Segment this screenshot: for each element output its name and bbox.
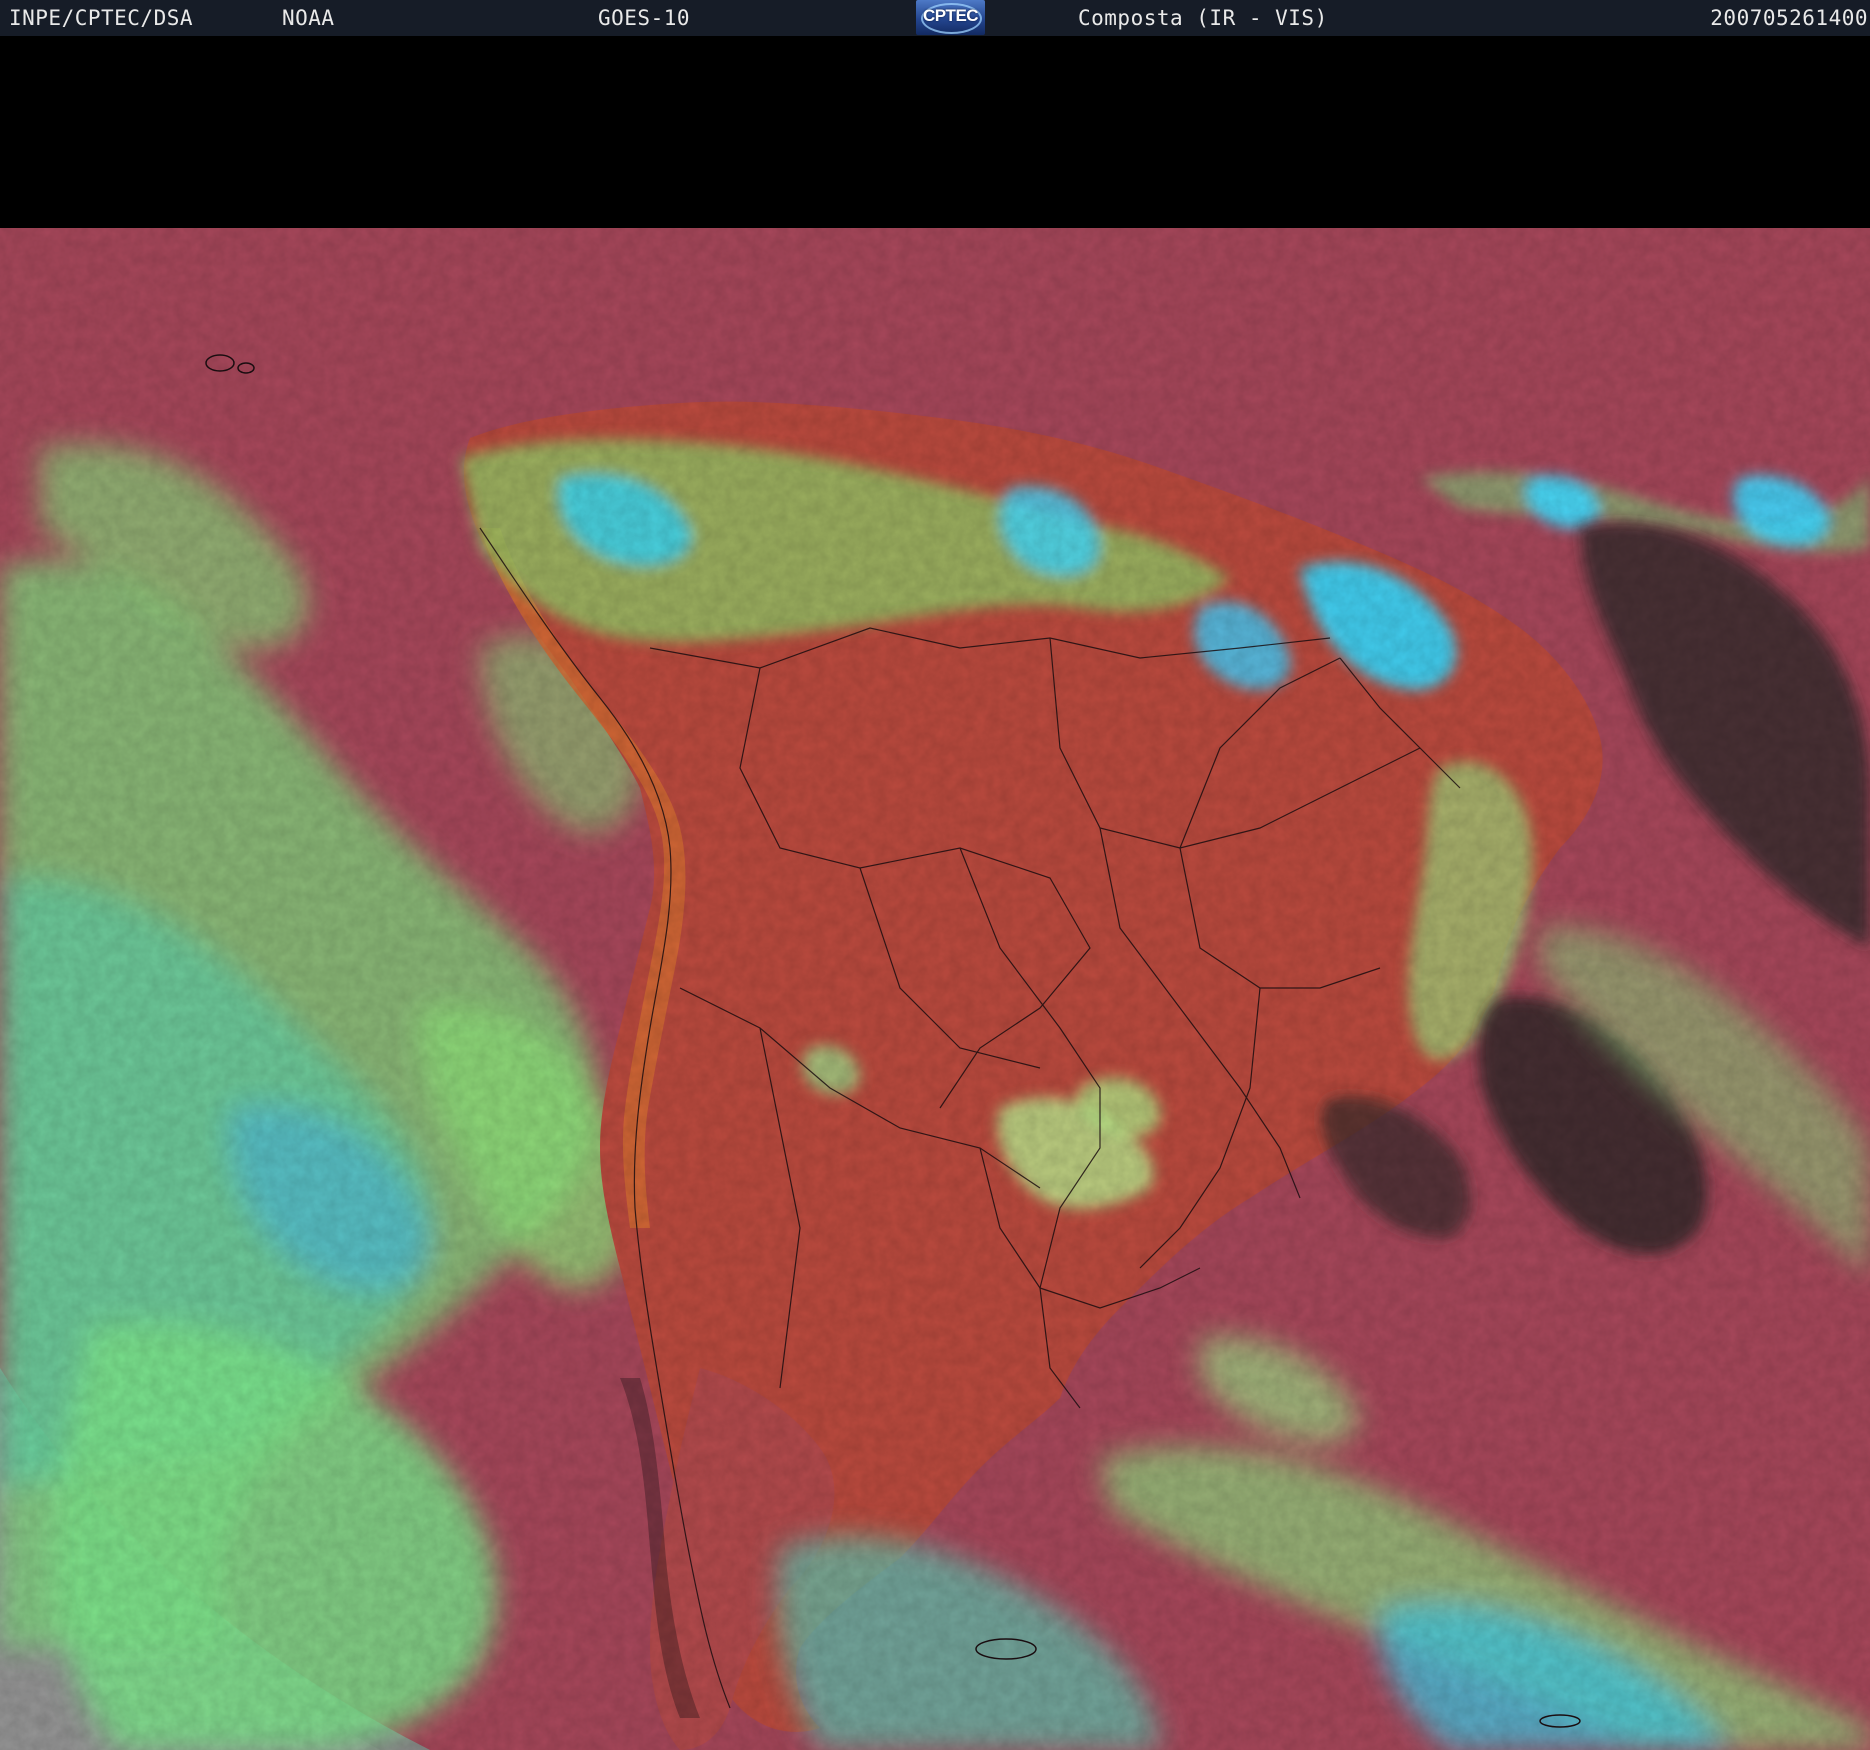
black-band (0, 36, 1870, 228)
product-label: Composta (IR - VIS) (1078, 6, 1328, 30)
source-label: INPE/CPTEC/DSA (9, 6, 194, 30)
logo-text: CPTEC (922, 6, 979, 25)
timestamp-label: 200705261400 (1710, 6, 1868, 30)
header-bar: INPE/CPTEC/DSA NOAA GOES-10 CPTEC Compos… (0, 0, 1870, 36)
satellite-label: GOES-10 (598, 6, 691, 30)
agency-label: NOAA (282, 6, 335, 30)
cptec-logo: CPTEC (916, 0, 985, 35)
satellite-image (0, 228, 1870, 1750)
